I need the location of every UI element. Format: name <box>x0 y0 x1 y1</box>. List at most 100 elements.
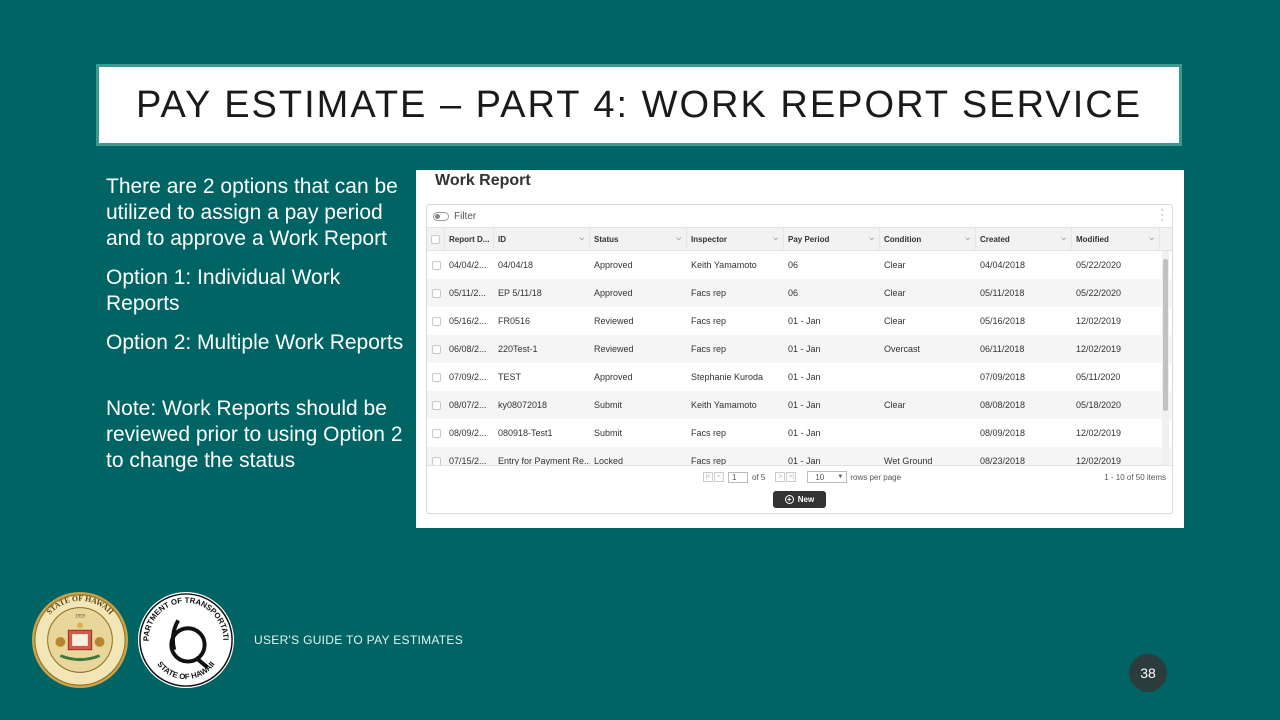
page-of-label: of 5 <box>752 472 766 482</box>
modified-cell: 05/11/2020 <box>1076 372 1121 382</box>
table-row[interactable]: 06/08/2... 220Test-1 Reviewed Facs rep 01 - … <box>427 335 1172 363</box>
status-cell: Approved <box>594 372 633 382</box>
table-row[interactable]: 07/15/2... Entry for Payment Re... Locked F… <box>427 447 1172 465</box>
column-header-created[interactable]: Created ⌵ <box>976 228 1072 250</box>
table-row[interactable]: 08/09/2... 080918-Test1 Submit Facs rep 01 -… <box>427 419 1172 447</box>
row-checkbox[interactable] <box>431 372 441 382</box>
chevron-down-icon: ⌵ <box>676 235 681 242</box>
next-page-icon[interactable]: > <box>775 472 786 482</box>
chevron-down-icon: ▼ <box>837 474 844 480</box>
modified-cell: 12/02/2019 <box>1076 428 1122 438</box>
chevron-down-icon: ⌵ <box>965 235 970 242</box>
row-checkbox[interactable] <box>431 288 441 298</box>
previous-page-icon[interactable]: < <box>714 472 724 482</box>
created-cell: 05/11/2018 <box>980 288 1025 298</box>
body-paragraph-1: There are 2 options that can be utilized… <box>106 175 398 250</box>
state-seal-year: 1959 <box>75 614 85 619</box>
table-row[interactable]: 05/11/2... EP 5/11/18 Approved Facs rep 06 Cl… <box>427 279 1172 307</box>
condition-cell: Clear <box>884 400 906 410</box>
row-checkbox-cell <box>427 391 445 419</box>
inspector-cell: Facs rep <box>691 428 727 438</box>
table-row[interactable]: 08/07/2... ky08072018 Submit Keith Yamamoto… <box>427 391 1172 419</box>
modified-cell: 12/02/2019 <box>1076 316 1122 326</box>
condition-cell: Clear <box>884 288 906 298</box>
created-cell: 08/08/2018 <box>980 400 1026 410</box>
inspector-cell: Facs rep <box>691 288 727 298</box>
inspector-cell: Facs rep <box>691 316 727 326</box>
condition-cell: Wet Ground <box>884 456 933 465</box>
status-cell: Submit <box>594 428 623 438</box>
work-report-title: Work Report <box>435 172 531 189</box>
select-all-checkbox[interactable] <box>431 234 440 244</box>
column-header-report-date[interactable]: Report D... <box>445 228 494 250</box>
created-cell: 06/11/2018 <box>980 344 1025 354</box>
column-header-id[interactable]: ID ⌵ <box>494 228 590 250</box>
pay-period-cell: 01 - Jan <box>788 456 821 465</box>
id-cell: TEST <box>498 372 522 382</box>
created-cell: 05/16/2018 <box>980 316 1026 326</box>
inspector-cell: Keith Yamamoto <box>691 400 757 410</box>
note-paragraph: Note: Work Reports should be reviewed pr… <box>106 397 403 472</box>
table-row[interactable]: 04/04/2... 04/04/18 Approved Keith Yamamoto… <box>427 251 1172 279</box>
report-date-cell: 05/11/2... <box>449 288 486 298</box>
chevron-down-icon: ⌵ <box>869 235 874 242</box>
created-cell: 08/23/2018 <box>980 456 1026 465</box>
column-header-status[interactable]: Status ⌵ <box>590 228 687 250</box>
page-number-input[interactable]: 1 <box>728 471 748 483</box>
pay-period-cell: 01 - Jan <box>788 372 821 382</box>
row-checkbox[interactable] <box>431 316 441 326</box>
id-cell: 04/04/18 <box>498 260 534 270</box>
filter-label: Filter <box>454 210 477 222</box>
row-checkbox-cell <box>427 363 445 391</box>
id-cell: ky08072018 <box>498 400 548 410</box>
report-date-cell: 07/09/2... <box>449 372 487 382</box>
pay-period-cell: 01 - Jan <box>788 316 821 326</box>
modified-cell: 12/02/2019 <box>1076 344 1122 354</box>
column-header-inspector[interactable]: Inspector ⌵ <box>687 228 784 250</box>
row-checkbox-cell <box>427 307 445 335</box>
page-number-badge: 38 <box>1129 654 1167 692</box>
scrollbar-thumb[interactable] <box>1163 259 1168 411</box>
column-header-pay-period[interactable]: Pay Period ⌵ <box>784 228 880 250</box>
rows-per-page-select[interactable]: 10 ▼ <box>807 471 848 483</box>
report-date-cell: 06/08/2... <box>449 344 487 354</box>
last-page-icon[interactable]: >| <box>786 472 797 482</box>
column-header-condition[interactable]: Condition ⌵ <box>880 228 976 250</box>
pay-period-cell: 01 - Jan <box>788 428 821 438</box>
select-all-checkbox-cell <box>427 228 445 250</box>
row-checkbox[interactable] <box>431 400 441 410</box>
created-cell: 08/09/2018 <box>980 428 1026 438</box>
table-row[interactable]: 05/16/2... FR0516 Reviewed Facs rep 01 - Jan… <box>427 307 1172 335</box>
row-checkbox[interactable] <box>431 428 441 438</box>
column-header-modified[interactable]: Modified ⌵ <box>1072 228 1160 250</box>
chevron-down-icon: ⌵ <box>579 235 584 242</box>
row-checkbox-cell <box>427 251 445 279</box>
filter-toggle[interactable] <box>433 211 449 221</box>
more-options-icon[interactable]: · · · <box>1160 205 1164 226</box>
table-row[interactable]: 07/09/2... TEST Approved Stephanie Kuroda 01… <box>427 363 1172 391</box>
modified-cell: 05/18/2020 <box>1076 400 1122 410</box>
modified-cell: 12/02/2019 <box>1076 456 1122 465</box>
row-checkbox-cell <box>427 279 445 307</box>
condition-cell <box>880 419 976 447</box>
report-date-cell: 08/09/2... <box>449 428 487 438</box>
status-cell: Submit <box>594 400 623 410</box>
id-cell: EP 5/11/18 <box>498 288 542 298</box>
id-cell: 080918-Test1 <box>498 428 553 438</box>
row-checkbox-cell <box>427 419 445 447</box>
status-cell: Reviewed <box>594 316 634 326</box>
vertical-scrollbar[interactable] <box>1162 251 1169 465</box>
row-checkbox[interactable] <box>431 456 441 465</box>
row-checkbox[interactable] <box>431 260 441 270</box>
chevron-down-icon: ⌵ <box>1061 235 1066 242</box>
pay-period-cell: 06 <box>788 260 799 270</box>
dot-seal: DEPARTMENT OF TRANSPORTATION STATE OF HA… <box>137 591 235 689</box>
id-cell: Entry for Payment Re... <box>498 456 590 465</box>
condition-cell: Overcast <box>884 344 921 354</box>
first-page-icon[interactable]: |< <box>703 472 713 482</box>
pay-period-cell: 06 <box>788 288 799 298</box>
report-date-cell: 07/15/2... <box>449 456 487 465</box>
plus-icon: + <box>784 495 794 504</box>
row-checkbox[interactable] <box>431 344 441 354</box>
new-button[interactable]: + New <box>773 491 826 508</box>
